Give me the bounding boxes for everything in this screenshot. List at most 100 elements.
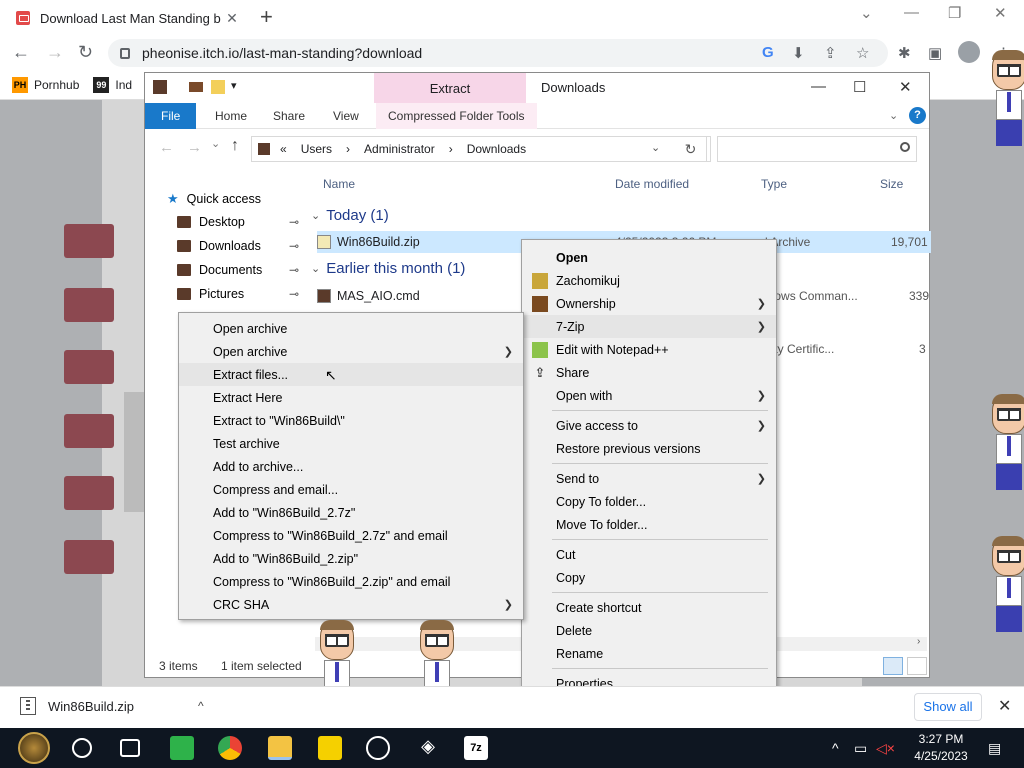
menu-item-add-zip[interactable]: Add to "Win86Build_2.zip" <box>179 547 523 570</box>
column-type[interactable]: Type <box>761 177 787 191</box>
profile-avatar[interactable] <box>958 41 980 63</box>
menu-item-extract-files[interactable]: Extract files... ↖ <box>179 363 523 386</box>
nav-downloads[interactable]: Downloads ⊸ <box>177 239 299 253</box>
column-date[interactable]: Date modified <box>615 177 689 191</box>
chevron-down-icon[interactable]: ⌄ <box>860 4 873 22</box>
menu-item-open[interactable]: Open <box>522 246 776 269</box>
column-size[interactable]: Size <box>880 177 903 191</box>
menu-item-open-with[interactable]: Open with ❯ <box>522 384 776 407</box>
menu-item-copy[interactable]: Copy <box>522 566 776 589</box>
sticky-app-icon[interactable] <box>170 736 194 760</box>
install-icon[interactable]: ⬇ <box>792 44 805 62</box>
menu-item-move-to-folder[interactable]: Move To folder... <box>522 513 776 536</box>
menu-item-edit-notepadpp[interactable]: Edit with Notepad++ <box>522 338 776 361</box>
close-icon[interactable]: ✕ <box>998 696 1011 716</box>
new-tab-icon[interactable]: + <box>260 6 273 28</box>
breadcrumb-users[interactable]: Users <box>301 142 332 156</box>
chevron-down-icon[interactable]: ⌄ <box>651 141 660 154</box>
bookmark-ind[interactable]: 99 Ind <box>93 76 132 93</box>
notifications-icon[interactable]: ▤ <box>988 740 1001 757</box>
minimize-icon[interactable]: — <box>811 78 826 95</box>
menu-item-copy-to-folder[interactable]: Copy To folder... <box>522 490 776 513</box>
tab-home[interactable]: Home <box>203 103 259 129</box>
file-explorer-icon[interactable] <box>268 736 292 760</box>
menu-item-crc-sha[interactable]: CRC SHA ❯ <box>179 593 523 616</box>
download-button[interactable] <box>64 476 114 510</box>
tab-view[interactable]: View <box>321 103 371 129</box>
back-icon[interactable]: ← <box>159 139 174 156</box>
breadcrumb-separator[interactable]: › <box>346 142 350 156</box>
up-arrow-icon[interactable]: ↑ <box>231 137 239 155</box>
unity-icon[interactable]: ◈ <box>416 736 440 760</box>
refresh-icon[interactable]: ↻ <box>675 136 707 162</box>
browser-tab[interactable]: Download Last Man Standing b ✕ <box>8 4 248 32</box>
minimize-icon[interactable]: — <box>904 4 919 21</box>
sidepanel-icon[interactable]: ▣ <box>928 44 942 62</box>
menu-item-test-archive[interactable]: Test archive <box>179 432 523 455</box>
menu-item-extract-to[interactable]: Extract to "Win86Build\" <box>179 409 523 432</box>
search-input[interactable] <box>717 136 917 162</box>
menu-item-cut[interactable]: Cut <box>522 543 776 566</box>
menu-item-ownership[interactable]: Ownership ❯ <box>522 292 776 315</box>
chrome-icon[interactable] <box>218 736 242 760</box>
menu-item-share[interactable]: ⇪ Share <box>522 361 776 384</box>
show-hidden-icons-icon[interactable]: ^ <box>832 740 839 756</box>
chevron-up-icon[interactable]: ^ <box>198 699 204 713</box>
details-view-icon[interactable] <box>883 657 903 675</box>
menu-item-give-access[interactable]: Give access to ❯ <box>522 414 776 437</box>
breadcrumb-downloads[interactable]: Downloads <box>467 142 526 156</box>
download-button[interactable] <box>64 540 114 574</box>
task-view-icon[interactable] <box>120 739 140 757</box>
scroll-right-icon[interactable]: › <box>917 636 920 647</box>
nav-documents[interactable]: Documents ⊸ <box>177 263 299 277</box>
help-icon[interactable]: ? <box>909 107 926 124</box>
download-item[interactable]: Win86Build.zip ^ <box>20 697 204 715</box>
google-icon[interactable]: G <box>762 44 774 61</box>
show-all-button[interactable]: Show all <box>914 693 982 721</box>
7zip-icon[interactable]: 7z <box>464 736 488 760</box>
menu-item-create-shortcut[interactable]: Create shortcut <box>522 596 776 619</box>
clock[interactable]: 3:27 PM 4/25/2023 <box>896 731 986 765</box>
app-icon[interactable] <box>366 736 390 760</box>
menu-item-extract-here[interactable]: Extract Here <box>179 386 523 409</box>
close-icon[interactable]: ✕ <box>899 78 912 96</box>
bookmark-star-icon[interactable]: ☆ <box>856 44 869 62</box>
search-icon[interactable] <box>72 738 92 758</box>
menu-item-restore-versions[interactable]: Restore previous versions <box>522 437 776 460</box>
group-header-today[interactable]: ⌄ Today (1) <box>311 207 389 224</box>
menu-item-7zip[interactable]: 7-Zip ❯ <box>522 315 776 338</box>
breadcrumb-administrator[interactable]: Administrator <box>364 142 435 156</box>
undo-icon[interactable] <box>189 82 203 92</box>
restore-icon[interactable]: ❐ <box>948 4 961 22</box>
extensions-icon[interactable]: ✱ <box>898 44 911 62</box>
menu-item-compress-zip-email[interactable]: Compress to "Win86Build_2.zip" and email <box>179 570 523 593</box>
start-button[interactable] <box>18 732 50 764</box>
tab-file[interactable]: File <box>145 103 197 129</box>
back-icon[interactable]: ← <box>12 42 30 63</box>
new-folder-icon[interactable] <box>211 80 225 94</box>
download-button[interactable] <box>64 288 114 322</box>
forward-icon[interactable]: → <box>187 139 202 156</box>
menu-item-add-7z[interactable]: Add to "Win86Build_2.7z" <box>179 501 523 524</box>
network-icon[interactable]: ▭ <box>854 740 867 757</box>
sticky-notes-icon[interactable] <box>318 736 342 760</box>
volume-muted-icon[interactable]: ◁× <box>876 740 895 757</box>
breadcrumb-separator[interactable]: › <box>449 142 453 156</box>
menu-item-open-archive-sub[interactable]: Open archive ❯ <box>179 340 523 363</box>
nav-desktop[interactable]: Desktop ⊸ <box>177 215 299 229</box>
extract-contextual-tab[interactable]: Extract <box>374 73 526 103</box>
reload-icon[interactable]: ↻ <box>78 42 93 63</box>
column-name[interactable]: Name <box>323 177 355 191</box>
quick-access-toolbar-icon[interactable]: ▾ <box>231 79 237 92</box>
tiles-view-icon[interactable] <box>907 657 927 675</box>
lock-icon[interactable] <box>120 47 130 59</box>
menu-item-send-to[interactable]: Send to ❯ <box>522 467 776 490</box>
tab-share[interactable]: Share <box>261 103 317 129</box>
download-button[interactable] <box>64 350 114 384</box>
nav-quick-access[interactable]: ★ Quick access <box>167 191 261 207</box>
menu-item-rename[interactable]: Rename <box>522 642 776 665</box>
forward-icon[interactable]: → <box>46 42 64 63</box>
share-icon[interactable]: ⇪ <box>824 44 837 62</box>
tab-close-icon[interactable]: ✕ <box>224 10 240 27</box>
close-window-icon[interactable]: ✕ <box>994 4 1007 22</box>
